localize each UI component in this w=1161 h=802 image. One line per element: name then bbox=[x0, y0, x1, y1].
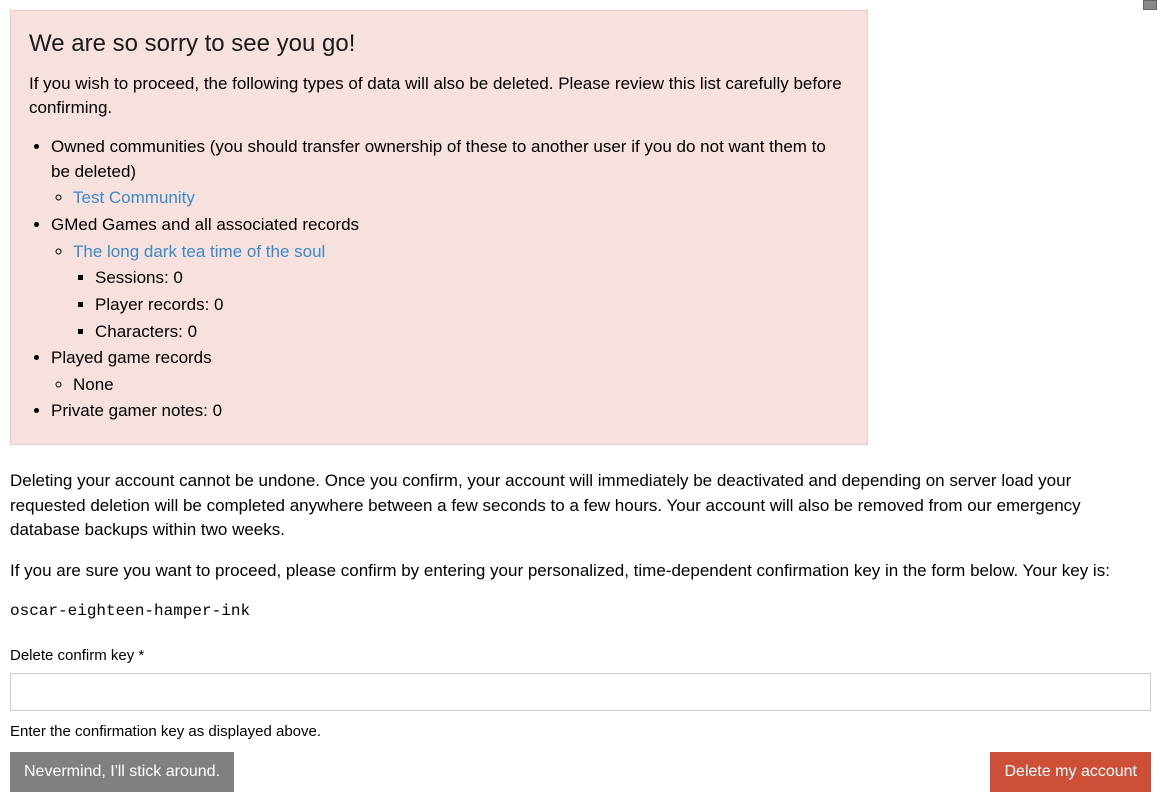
deletion-warning-panel: We are so sorry to see you go! If you wi… bbox=[10, 10, 868, 445]
confirm-key-input[interactable] bbox=[10, 673, 1151, 711]
sessions-count: Sessions: 0 bbox=[95, 266, 849, 291]
game-link[interactable]: The long dark tea time of the soul bbox=[73, 242, 325, 261]
game-list-item: The long dark tea time of the soul Sessi… bbox=[73, 240, 849, 345]
community-link[interactable]: Test Community bbox=[73, 188, 195, 207]
warning-intro: If you wish to proceed, the following ty… bbox=[29, 72, 849, 121]
community-list-item: Test Community bbox=[73, 186, 849, 211]
delete-account-button[interactable]: Delete my account bbox=[990, 752, 1151, 792]
characters-count: Characters: 0 bbox=[95, 320, 849, 345]
action-button-row: Nevermind, I'll stick around. Delete my … bbox=[10, 752, 1151, 792]
warning-heading: We are so sorry to see you go! bbox=[29, 27, 849, 62]
corner-widget-icon bbox=[1143, 0, 1157, 10]
confirm-key-label: Delete confirm key * bbox=[10, 645, 1151, 667]
owned-communities-label: Owned communities (you should transfer o… bbox=[51, 137, 826, 181]
gmed-games-item: GMed Games and all associated records Th… bbox=[51, 213, 849, 344]
owned-communities-item: Owned communities (you should transfer o… bbox=[51, 135, 849, 211]
played-games-item: Played game records None bbox=[51, 346, 849, 397]
private-notes-item: Private gamer notes: 0 bbox=[51, 399, 849, 424]
confirmation-key-display: oscar-eighteen-hamper-ink bbox=[10, 600, 1151, 623]
played-none: None bbox=[73, 373, 849, 398]
player-records-count: Player records: 0 bbox=[95, 293, 849, 318]
played-games-label: Played game records bbox=[51, 348, 212, 367]
confirm-key-help: Enter the confirmation key as displayed … bbox=[10, 721, 1151, 743]
deletion-explanation: Deleting your account cannot be undone. … bbox=[10, 469, 1150, 543]
deletion-list: Owned communities (you should transfer o… bbox=[29, 135, 849, 424]
confirmation-instruction: If you are sure you want to proceed, ple… bbox=[10, 559, 1150, 584]
cancel-button[interactable]: Nevermind, I'll stick around. bbox=[10, 752, 234, 792]
gmed-games-label: GMed Games and all associated records bbox=[51, 215, 359, 234]
